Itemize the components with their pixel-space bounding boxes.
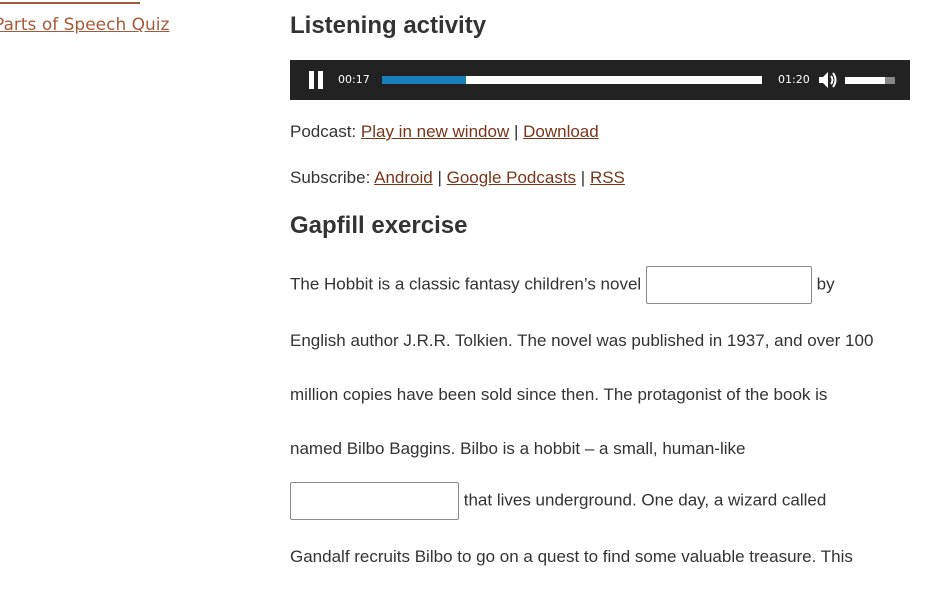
sidebar-link-parts-of-speech-quiz[interactable]: Parts of Speech Quiz <box>0 15 169 35</box>
audio-player: 00:17 01:20 <box>290 60 910 100</box>
gapfill-line-1: The Hobbit is a classic fantasy children… <box>290 266 835 304</box>
gapfill-line-4: named Bilbo Baggins. Bilbo is a hobbit –… <box>290 439 746 458</box>
progress-bar[interactable] <box>382 76 762 84</box>
pause-icon-bar-right <box>318 71 323 89</box>
android-link[interactable]: Android <box>374 168 433 187</box>
rss-link[interactable]: RSS <box>590 168 625 187</box>
download-link[interactable]: Download <box>523 122 599 141</box>
gapfill-line-3: million copies have been sold since then… <box>290 385 828 404</box>
speaker-icon <box>819 72 837 88</box>
volume-slider[interactable] <box>845 77 895 84</box>
gap-input-2[interactable] <box>290 482 459 520</box>
podcast-links: Podcast: Play in new window | Download <box>290 122 599 142</box>
subscribe-separator-2: | <box>576 168 590 187</box>
gapfill-line-5: that lives underground. One day, a wizar… <box>290 482 826 520</box>
volume-mute-button[interactable] <box>817 70 839 90</box>
gapfill-line-2: English author J.R.R. Tolkien. The novel… <box>290 331 874 350</box>
gap-input-1[interactable] <box>645 266 812 304</box>
pause-icon-bar-left <box>309 71 314 89</box>
volume-level-fill <box>845 77 885 84</box>
gapfill-text: that lives underground. One day, a wizar… <box>463 490 827 510</box>
sidebar-previous-link-underline[interactable] <box>0 0 140 4</box>
subscribe-links: Subscribe: Android | Google Podcasts | R… <box>290 168 625 188</box>
total-duration: 01:20 <box>778 73 810 86</box>
podcast-separator: | <box>509 122 524 141</box>
listening-activity-heading: Listening activity <box>290 12 487 39</box>
progress-fill <box>382 76 466 84</box>
current-time: 00:17 <box>338 73 370 86</box>
subscribe-label: Subscribe: <box>290 168 375 187</box>
gapfill-text: The Hobbit is a classic fantasy children… <box>290 274 642 294</box>
play-in-new-window-link[interactable]: Play in new window <box>361 122 509 141</box>
gapfill-line-6: Gandalf recruits Bilbo to go on a quest … <box>290 547 853 566</box>
gapfill-text: by <box>816 274 835 294</box>
pause-button[interactable] <box>308 71 324 89</box>
google-podcasts-link[interactable]: Google Podcasts <box>447 168 576 187</box>
subscribe-separator-1: | <box>432 168 447 187</box>
sidebar: Parts of Speech Quiz <box>0 0 240 600</box>
gapfill-exercise-heading: Gapfill exercise <box>290 212 468 239</box>
podcast-label: Podcast: <box>290 122 361 141</box>
